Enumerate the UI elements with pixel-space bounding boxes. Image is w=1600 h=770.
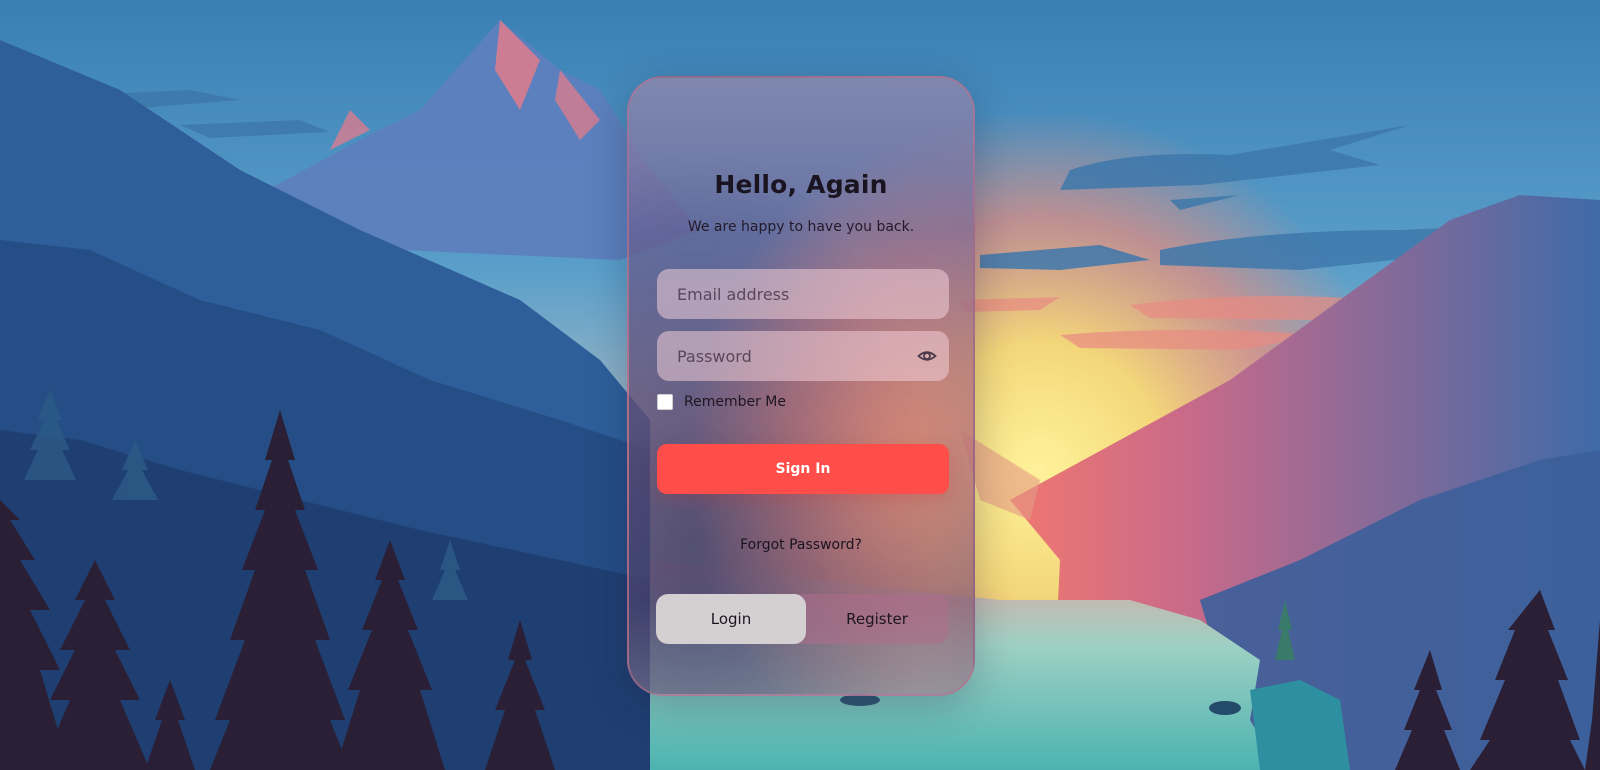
password-field[interactable]	[657, 331, 949, 381]
auth-mode-toggle: Login Register	[656, 594, 948, 644]
email-input[interactable]	[657, 269, 949, 319]
tab-login[interactable]: Login	[656, 594, 806, 644]
remember-me-label[interactable]: Remember Me	[684, 394, 786, 410]
tab-register[interactable]: Register	[806, 594, 948, 644]
eye-icon[interactable]	[917, 346, 937, 366]
login-card: Hello, Again We are happy to have you ba…	[627, 76, 975, 696]
remember-me-checkbox[interactable]	[657, 394, 673, 410]
remember-me: Remember Me	[657, 392, 786, 412]
card-title: Hello, Again	[714, 170, 888, 199]
forgot-password-link[interactable]: Forgot Password?	[629, 537, 973, 553]
sign-in-button[interactable]: Sign In	[657, 444, 949, 494]
email-field[interactable]	[657, 269, 949, 319]
card-subtitle: We are happy to have you back.	[687, 219, 915, 235]
password-input[interactable]	[657, 331, 949, 381]
